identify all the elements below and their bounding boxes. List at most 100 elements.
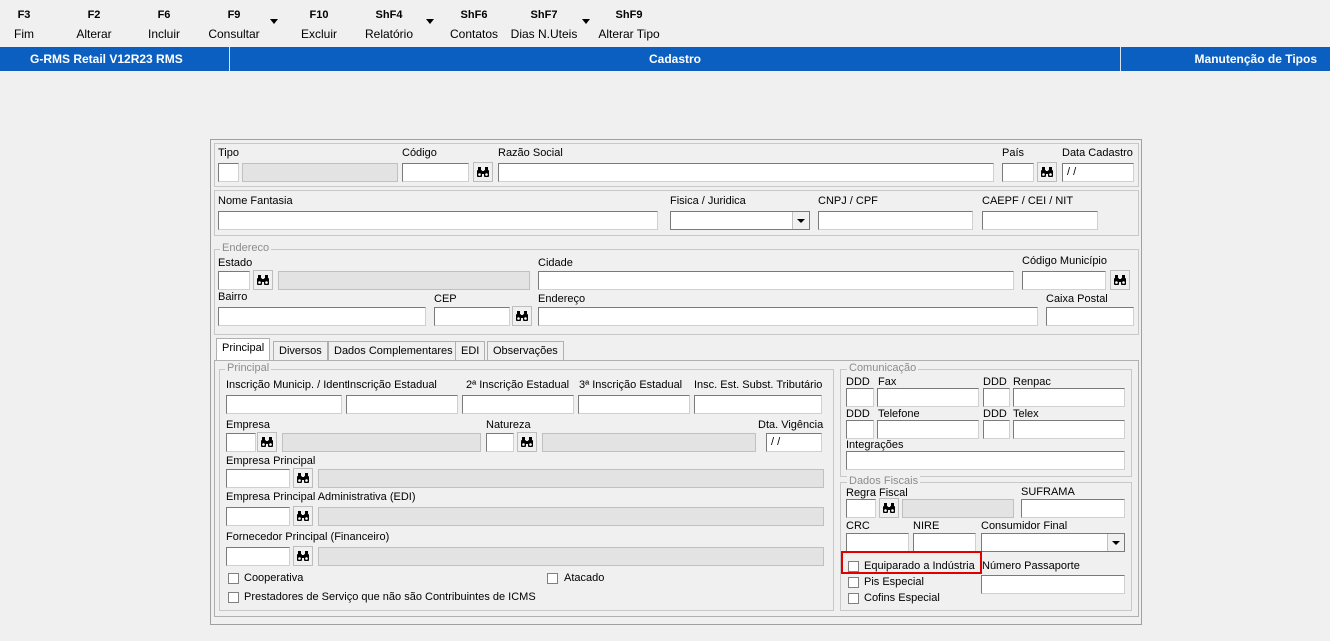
cooperativa-checkbox[interactable] xyxy=(228,573,239,584)
bairro-label: Bairro xyxy=(218,291,248,303)
endereco-label: Endereço xyxy=(538,293,586,305)
ddd-renpac-label: DDD xyxy=(983,376,1007,388)
binoculars-icon[interactable] xyxy=(293,468,313,488)
toolbar-relatorio-button[interactable]: ShF4 Relatório xyxy=(362,8,416,41)
ddd-telefone-input[interactable] xyxy=(846,420,874,439)
telex-label: Telex xyxy=(1013,408,1039,420)
codigo-input[interactable] xyxy=(402,163,469,182)
binoculars-icon[interactable] xyxy=(512,306,532,326)
cidade-input[interactable] xyxy=(538,271,1014,290)
toolbar-fim-button[interactable]: F3 Fim xyxy=(8,8,40,41)
toolbar-contatos-button[interactable]: ShF6 Contatos xyxy=(448,8,500,41)
dta-vigencia-input[interactable]: / / xyxy=(766,433,822,452)
codigo-label: Código xyxy=(402,147,437,159)
shortcut-key: F3 xyxy=(17,9,31,21)
binoculars-icon[interactable] xyxy=(257,432,277,452)
pis-especial-checkbox[interactable] xyxy=(848,577,859,588)
empresa-adm-description xyxy=(318,507,824,526)
prestadores-checkbox[interactable] xyxy=(228,592,239,603)
crc-input[interactable] xyxy=(846,533,909,552)
tab-principal[interactable]: Principal xyxy=(216,338,271,361)
toolbar-alterar-tipo-button[interactable]: ShF9 Alterar Tipo xyxy=(596,8,662,41)
telefone-input[interactable] xyxy=(877,420,979,439)
suframa-input[interactable] xyxy=(1021,499,1125,518)
binoculars-icon[interactable] xyxy=(879,498,899,518)
tab-edi[interactable]: EDI xyxy=(455,341,486,360)
toolbar-alterar-button[interactable]: F2 Alterar xyxy=(72,8,116,41)
cnpj-cpf-input[interactable] xyxy=(818,211,973,230)
tab-dados-complementares[interactable]: Dados Complementares xyxy=(328,341,459,360)
codigo-municipio-input[interactable] xyxy=(1022,271,1106,290)
insc-estadual-3-input[interactable] xyxy=(578,395,690,414)
screen-title: Manutenção de Tipos xyxy=(1194,52,1317,66)
telex-input[interactable] xyxy=(1013,420,1125,439)
toolbar-incluir-button[interactable]: F6 Incluir xyxy=(143,8,185,41)
shortcut-key: ShF6 xyxy=(460,9,488,21)
natureza-label: Natureza xyxy=(486,419,531,431)
module-title: Cadastro xyxy=(649,52,702,66)
endereco-input[interactable] xyxy=(538,307,1038,326)
endereco-group-title: Endereco xyxy=(220,242,272,254)
toolbar-consultar-button[interactable]: F9 Consultar xyxy=(206,8,262,41)
nome-fantasia-input[interactable] xyxy=(218,211,658,230)
consumidor-final-select[interactable] xyxy=(981,533,1125,552)
button-label: Alterar Tipo xyxy=(598,27,660,41)
shortcut-key: F2 xyxy=(87,9,101,21)
relatorio-dropdown-icon[interactable] xyxy=(426,19,434,24)
insc-estadual-input[interactable] xyxy=(346,395,458,414)
caixa-postal-input[interactable] xyxy=(1046,307,1134,326)
atacado-checkbox[interactable] xyxy=(547,573,558,584)
fax-input[interactable] xyxy=(877,388,979,407)
pais-input[interactable] xyxy=(1002,163,1034,182)
integracoes-input[interactable] xyxy=(846,451,1125,470)
tab-observacoes[interactable]: Observações xyxy=(487,341,564,360)
app-title: G-RMS Retail V12R23 RMS xyxy=(30,52,183,66)
binoculars-icon[interactable] xyxy=(517,432,537,452)
insc-subst-input[interactable] xyxy=(694,395,822,414)
insc-estadual-2-input[interactable] xyxy=(462,395,574,414)
prestadores-label: Prestadores de Serviço que não são Contr… xyxy=(244,591,536,603)
cep-input[interactable] xyxy=(434,307,510,326)
ddd-fax-input[interactable] xyxy=(846,388,874,407)
chevron-down-icon[interactable] xyxy=(792,212,809,229)
binoculars-icon[interactable] xyxy=(293,506,313,526)
regra-fiscal-description xyxy=(902,499,1014,518)
data-cadastro-input[interactable]: / / xyxy=(1062,163,1134,182)
toolbar-dias-uteis-button[interactable]: ShF7 Dias N.Uteis xyxy=(510,8,578,41)
empresa-input[interactable] xyxy=(226,433,256,452)
renpac-input[interactable] xyxy=(1013,388,1125,407)
binoculars-icon[interactable] xyxy=(1037,162,1057,182)
nire-input[interactable] xyxy=(913,533,976,552)
regra-fiscal-input[interactable] xyxy=(846,499,876,518)
empresa-principal-label: Empresa Principal xyxy=(226,455,316,467)
binoculars-icon[interactable] xyxy=(1110,270,1130,290)
dias-uteis-dropdown-icon[interactable] xyxy=(582,19,590,24)
empresa-principal-input[interactable] xyxy=(226,469,290,488)
estado-input[interactable] xyxy=(218,271,250,290)
ddd-renpac-input[interactable] xyxy=(983,388,1010,407)
consultar-dropdown-icon[interactable] xyxy=(270,19,278,24)
cofins-especial-checkbox[interactable] xyxy=(848,593,859,604)
binoculars-icon[interactable] xyxy=(293,546,313,566)
title-separator xyxy=(229,47,230,71)
crc-label: CRC xyxy=(846,520,870,532)
button-label: Contatos xyxy=(449,27,499,41)
ddd-telex-input[interactable] xyxy=(983,420,1010,439)
razao-social-input[interactable] xyxy=(498,163,994,182)
tab-diversos[interactable]: Diversos xyxy=(273,341,328,360)
toolbar-excluir-button[interactable]: F10 Excluir xyxy=(298,8,340,41)
caepf-input[interactable] xyxy=(982,211,1098,230)
natureza-input[interactable] xyxy=(486,433,514,452)
cooperativa-label: Cooperativa xyxy=(244,572,304,584)
bairro-input[interactable] xyxy=(218,307,426,326)
chevron-down-icon[interactable] xyxy=(1107,534,1124,551)
cidade-label: Cidade xyxy=(538,257,573,269)
binoculars-icon[interactable] xyxy=(473,162,493,182)
tipo-input[interactable] xyxy=(218,163,239,182)
fisica-juridica-select[interactable] xyxy=(670,211,810,230)
fornecedor-input[interactable] xyxy=(226,547,290,566)
empresa-adm-input[interactable] xyxy=(226,507,290,526)
insc-munic-input[interactable] xyxy=(226,395,342,414)
binoculars-icon[interactable] xyxy=(253,270,273,290)
numero-passaporte-input[interactable] xyxy=(981,575,1125,594)
